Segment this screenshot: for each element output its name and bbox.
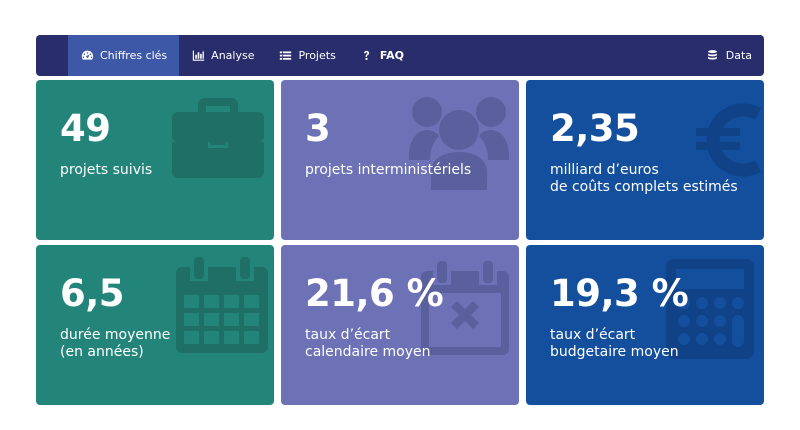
kpi-value: 6,5	[60, 272, 125, 315]
briefcase-icon	[172, 98, 264, 178]
kpi-label-line1: durée moyenne	[60, 327, 171, 343]
nav-item-faq[interactable]: FAQ	[348, 35, 416, 76]
kpi-value: 49	[60, 107, 111, 150]
kpi-card-duree-moyenne: 6,5 durée moyenne (en années)	[36, 245, 274, 405]
nav-item-label: Data	[725, 49, 752, 62]
kpi-label-line1: taux d’écart	[550, 327, 636, 343]
nav-item-data[interactable]: Data	[706, 49, 752, 63]
kpi-label: durée moyenne (en années)	[60, 327, 170, 361]
kpi-label: projets suivis	[60, 162, 152, 179]
nav-item-projets[interactable]: Projets	[266, 35, 347, 76]
kpi-value: 19,3 %	[550, 272, 689, 315]
kpi-value: 3	[305, 107, 331, 150]
kpi-card-projets-interministeriels: 3 projets interministériels	[281, 80, 519, 240]
kpi-label-line1: projets interministériels	[305, 162, 472, 178]
nav-menu: Chiffres clés Analyse Projets FAQ	[36, 35, 416, 76]
calendar-icon	[176, 257, 268, 353]
top-navbar: Chiffres clés Analyse Projets FAQ Data	[36, 35, 764, 76]
kpi-value: 21,6 %	[305, 272, 444, 315]
nav-item-label: Analyse	[211, 49, 255, 62]
bar-chart-icon	[191, 49, 205, 63]
question-mark-icon	[360, 49, 374, 63]
kpi-label-line1: projets suivis	[60, 162, 153, 178]
kpi-card-couts-complets: 2,35 milliard d’euros de coûts complets …	[526, 80, 764, 240]
kpi-label-line2: budgetaire moyen	[550, 344, 679, 360]
kpi-value: 2,35	[550, 107, 640, 150]
nav-item-label: Projets	[298, 49, 336, 62]
nav-item-analyse[interactable]: Analyse	[179, 35, 266, 76]
kpi-label-line1: milliard d’euros	[550, 162, 659, 178]
kpi-card-projets-suivis: 49 projets suivis	[36, 80, 274, 240]
kpi-label: projets interministériels	[305, 162, 471, 179]
kpi-card-ecart-calendaire: 21,6 % taux d’écart calendaire moyen	[281, 245, 519, 405]
database-icon	[706, 49, 720, 63]
kpi-card-ecart-budgetaire: 19,3 % taux d’écart budgetaire moyen	[526, 245, 764, 405]
kpi-label-line2: de coûts complets estimés	[550, 179, 738, 195]
kpi-label: taux d’écart budgetaire moyen	[550, 327, 679, 361]
kpi-label: taux d’écart calendaire moyen	[305, 327, 431, 361]
nav-right: Data	[706, 35, 764, 76]
nav-item-label: Chiffres clés	[100, 49, 168, 62]
kpi-label-line2: (en années)	[60, 344, 144, 360]
kpi-label: milliard d’euros de coûts complets estim…	[550, 162, 738, 196]
list-icon	[278, 49, 292, 63]
kpi-label-line1: taux d’écart	[305, 327, 391, 343]
nav-item-label: FAQ	[379, 49, 404, 62]
kpi-label-line2: calendaire moyen	[305, 344, 431, 360]
dashboard-gauge-icon	[80, 49, 94, 63]
nav-item-chiffres-cles[interactable]: Chiffres clés	[68, 35, 180, 76]
